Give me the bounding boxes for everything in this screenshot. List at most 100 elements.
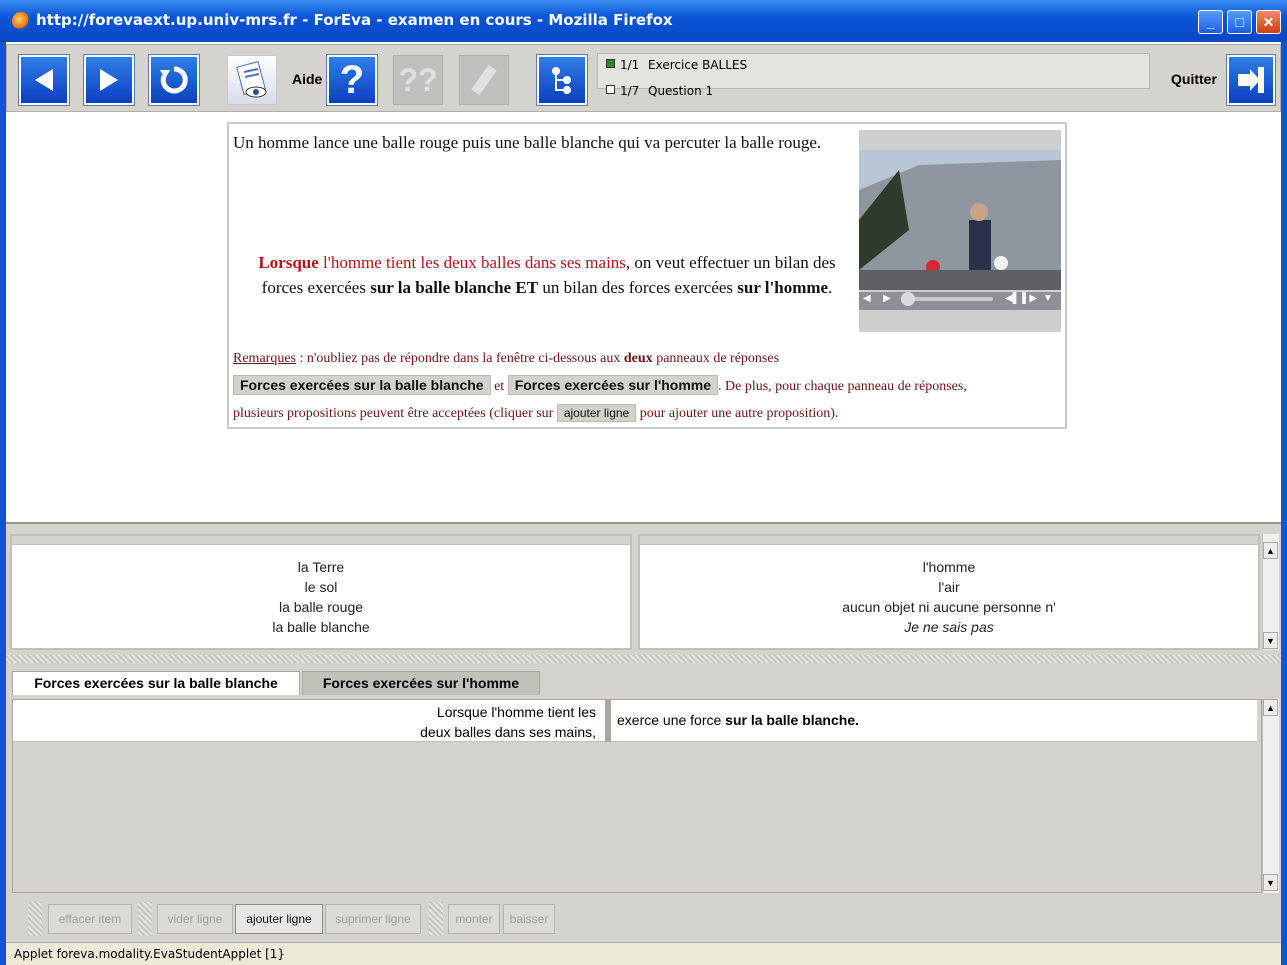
list-header — [12, 536, 630, 545]
quit-button[interactable] — [1227, 55, 1275, 105]
question-mark-icon: ? — [339, 57, 365, 102]
pour-ajouter-text: pour ajouter une autre proposition). — [639, 406, 839, 421]
document-eye-icon — [228, 56, 276, 104]
list-item[interactable]: l'homme — [640, 557, 1258, 577]
chevron-down-icon[interactable]: ▼ — [1043, 293, 1053, 304]
reload-button[interactable] — [149, 55, 199, 105]
help-button[interactable]: ? — [327, 55, 377, 105]
list-scrollbar[interactable]: ▲ ▼ — [1262, 534, 1279, 650]
exercise-status-icon — [606, 59, 615, 68]
applet-toolbar: Aide ? ?? 1/1 Exercice BALLES 1/7 Questi… — [6, 44, 1281, 112]
question-panel: Un homme lance une balle rouge puis une … — [227, 122, 1067, 429]
de-plus-text: . De plus, pour chaque panneau de répons… — [718, 379, 967, 394]
subject-list-right[interactable]: l'homme l'air aucun objet ni aucune pers… — [638, 534, 1260, 650]
tree-navigation-button[interactable] — [537, 55, 587, 105]
monter-button[interactable]: monter — [448, 904, 500, 934]
back-button[interactable] — [19, 55, 69, 105]
subject-list-left[interactable]: la Terre le sol la balle rouge la balle … — [10, 534, 632, 650]
question-name: Question 1 — [648, 84, 714, 98]
answer-scrollbar[interactable]: ▲ ▼ — [1262, 699, 1279, 893]
window-title: http://forevaext.up.univ-mrs.fr - ForEva… — [36, 11, 673, 29]
scroll-down-arrow[interactable]: ▼ — [1263, 632, 1278, 649]
video-seek-bar[interactable] — [903, 297, 993, 301]
reload-icon — [151, 57, 197, 103]
toolbar-grip — [429, 902, 443, 936]
tab-forces-homme[interactable]: Forces exercées sur l'homme — [302, 671, 540, 695]
answer-cell-right[interactable]: exerce une force sur la balle blanche. — [617, 712, 859, 728]
seek-handle[interactable] — [901, 292, 915, 306]
remarques-block: Remarques : n'oubliez pas de répondre da… — [233, 346, 1063, 427]
answer-right-text: exerce une force — [617, 712, 726, 728]
list-item[interactable]: la balle rouge — [12, 597, 630, 617]
list-item[interactable]: le sol — [12, 577, 630, 597]
pill-forces-homme: Forces exercées sur l'homme — [507, 375, 719, 395]
vider-ligne-button[interactable]: vider ligne — [157, 904, 233, 934]
exercise-counter: 1/1 — [620, 58, 640, 72]
remarques-bold: deux — [623, 351, 653, 366]
instruction-end: . — [828, 278, 833, 297]
list-item[interactable]: Je ne sais pas — [640, 617, 1258, 637]
right-list-items: l'homme l'air aucun objet ni aucune pers… — [640, 545, 1258, 637]
splitter-handle[interactable] — [6, 655, 1281, 663]
window-frame-right — [1281, 42, 1287, 965]
erase-button[interactable] — [459, 55, 509, 105]
maximize-button[interactable]: □ — [1227, 10, 1252, 34]
remarques-text-2: panneaux de réponses — [652, 351, 780, 366]
question-counter: 1/7 — [620, 84, 640, 98]
aide-label: Aide — [292, 71, 323, 87]
eraser-icon — [460, 56, 508, 104]
answer-applet: la Terre le sol la balle rouge la balle … — [6, 522, 1281, 942]
volume-icon[interactable]: ◀ — [863, 293, 875, 307]
firefox-icon — [12, 12, 30, 30]
list-item[interactable]: la Terre — [12, 557, 630, 577]
pill-ajouter-ligne: ajouter ligne — [556, 404, 637, 422]
exercise-info-box: 1/1 Exercice BALLES 1/7 Question 1 — [597, 53, 1150, 98]
lorsque-word: Lorsque — [258, 253, 319, 272]
list-header — [640, 536, 1258, 545]
remarques-label: Remarques — [233, 351, 296, 366]
video-player[interactable]: ◀ ▶ ◀▌ ▌▶ ▼ — [859, 130, 1061, 332]
status-bar: Applet foreva.modality.EvaStudentApplet … — [6, 942, 1281, 965]
ajouter-ligne-button[interactable]: ajouter ligne — [235, 904, 323, 934]
hint-button[interactable]: ?? — [393, 55, 443, 105]
scroll-up-arrow[interactable]: ▲ — [1263, 542, 1278, 559]
left-list-items: la Terre le sol la balle rouge la balle … — [12, 545, 630, 637]
table-row[interactable]: Lorsque l'homme tient les deux balles da… — [13, 700, 1257, 742]
pill-forces-balle-blanche: Forces exercées sur la balle blanche — [233, 375, 491, 395]
arrow-left-icon — [21, 57, 67, 103]
quit-label: Quitter — [1171, 71, 1217, 87]
frame-step-icons[interactable]: ◀▌ ▌▶ — [1005, 293, 1037, 304]
question-intro: Un homme lance une balle rouge puis une … — [233, 133, 822, 152]
effacer-item-button[interactable]: effacer item — [48, 904, 132, 934]
suprimer-ligne-button[interactable]: suprimer ligne — [325, 904, 421, 934]
instruction-red-text: l'homme tient les deux balles dans ses m… — [318, 253, 626, 272]
list-item[interactable]: l'air — [640, 577, 1258, 597]
close-button[interactable]: ✕ — [1256, 10, 1281, 34]
exercise-name: Exercice BALLES — [648, 58, 748, 72]
forward-button[interactable] — [84, 55, 134, 105]
toolbar-grip — [138, 902, 152, 936]
question-instruction: Lorsque l'homme tient les deux balles da… — [241, 250, 853, 300]
list-item[interactable]: aucun objet ni aucune personne n' — [640, 597, 1258, 617]
instruction-bold-1: sur la balle blanche ET — [370, 278, 539, 297]
plusieurs-text: plusieurs propositions peuvent être acce… — [233, 406, 554, 421]
et-word: et — [494, 379, 505, 394]
scroll-up-arrow[interactable]: ▲ — [1263, 699, 1278, 716]
view-document-button[interactable] — [227, 55, 277, 105]
answer-right-bold: sur la balle blanche. — [725, 712, 859, 728]
list-item[interactable]: la balle blanche — [12, 617, 630, 637]
tree-icon — [539, 57, 585, 103]
answer-cell-left[interactable]: Lorsque l'homme tient les deux balles da… — [13, 702, 596, 742]
scroll-down-arrow[interactable]: ▼ — [1263, 874, 1278, 891]
instruction-text-2: un bilan des forces exercées — [538, 278, 738, 297]
exit-door-icon — [1229, 57, 1273, 103]
baisser-button[interactable]: baisser — [503, 904, 555, 934]
answer-table: Lorsque l'homme tient les deux balles da… — [12, 699, 1262, 893]
remarques-text: : n'oubliez pas de répondre dans la fenê… — [295, 351, 624, 366]
minimize-button[interactable]: _ — [1198, 10, 1223, 34]
cell-separator — [605, 700, 611, 742]
play-icon[interactable]: ▶ — [883, 293, 895, 307]
toolbar-grip — [28, 902, 42, 936]
double-question-icon: ?? — [398, 61, 438, 98]
tab-forces-balle-blanche[interactable]: Forces exercées sur la balle blanche — [12, 671, 300, 695]
